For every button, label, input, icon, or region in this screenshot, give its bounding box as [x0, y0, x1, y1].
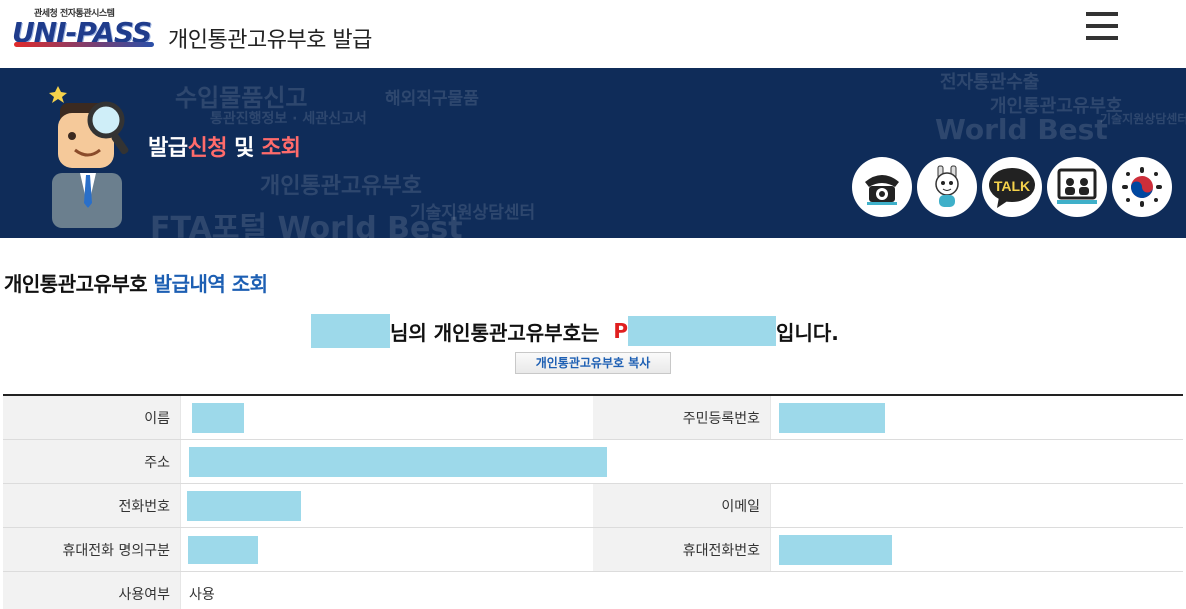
redacted-value: [187, 490, 301, 521]
banner-title-text: 발급: [148, 136, 188, 161]
talk-icon[interactable]: TALK: [982, 157, 1042, 217]
remote-support-icon[interactable]: [1047, 157, 1107, 217]
phone-label: 전화번호: [3, 484, 180, 527]
mobile-label: 휴대전화번호: [593, 528, 770, 571]
section-title: 개인통관고유부호 발급내역 조회: [4, 268, 268, 297]
quick-links: TALK: [852, 157, 1172, 217]
table-row: 사용여부 사용: [3, 572, 1183, 609]
usage-label: 사용여부: [3, 572, 180, 609]
hamburger-menu-icon[interactable]: [1086, 12, 1120, 42]
name-value: [180, 396, 593, 439]
mobile-owner-value: [180, 528, 593, 571]
table-row: 이름 주민등록번호: [3, 396, 1183, 440]
talk-label: TALK: [994, 178, 1030, 194]
banner-bg-text: World Best: [935, 113, 1108, 146]
section-title-highlight: 발급내역 조회: [153, 272, 268, 296]
logo-swoosh: [14, 42, 154, 47]
phone-value: [180, 484, 593, 527]
banner-bg-text: 통관진행정보 · 세관신고서: [210, 111, 367, 127]
banner-bg-text: 전자통관수출: [940, 72, 1040, 93]
page-title: 개인통관고유부호 발급: [168, 28, 372, 53]
redacted-customs-code: [628, 316, 777, 346]
banner-title-text: 및: [226, 136, 262, 161]
redacted-value: [779, 534, 892, 565]
email-value: [770, 484, 1183, 527]
name-label: 이름: [3, 396, 180, 439]
table-row: 주소: [3, 440, 1183, 484]
result-text-end: 입니다.: [776, 320, 839, 345]
email-label: 이메일: [593, 484, 770, 527]
usage-value: 사용: [180, 572, 1183, 609]
result-text: 님의 개인통관고유부호는: [390, 320, 600, 345]
address-label: 주소: [3, 440, 180, 483]
chatbot-icon[interactable]: [917, 157, 977, 217]
redacted-name: [311, 314, 390, 348]
redacted-value: [189, 446, 607, 477]
redacted-value: [188, 535, 258, 564]
mobile-value: [770, 528, 1183, 571]
banner-title-highlight: 신청: [187, 136, 227, 161]
table-row: 전화번호 이메일: [3, 484, 1183, 528]
banner-bg-text: 개인통관고유부호: [260, 174, 422, 199]
personal-info-table: 이름 주민등록번호 주소 전화번호 이메일 휴대전화 명의구분 휴대전화번호 사…: [3, 394, 1183, 609]
section-title-text: 개인통관고유부호: [4, 272, 154, 296]
mascot-magnifier-image: [49, 86, 129, 228]
mobile-owner-label: 휴대전화 명의구분: [3, 528, 180, 571]
banner-title: 발급신청 및 조회: [148, 130, 301, 162]
customs-code-prefix: P: [613, 319, 629, 343]
rrn-value: [770, 396, 1183, 439]
table-row: 휴대전화 명의구분 휴대전화번호: [3, 528, 1183, 572]
banner-bg-text: 해외직구물품: [385, 89, 479, 109]
banner-bg-text: 기술지원상담센터: [410, 203, 536, 223]
redacted-value: [192, 402, 244, 433]
hero-banner: 수입물품신고 해외직구물품 통관진행정보 · 세관신고서 개인통관고유부호 FT…: [0, 68, 1186, 238]
unipass-logo[interactable]: 관세청 전자통관시스템 UNI-PASS: [12, 6, 162, 58]
rrn-label: 주민등록번호: [593, 396, 770, 439]
redacted-value: [779, 402, 885, 433]
copy-code-button[interactable]: 개인통관고유부호 복사: [515, 352, 671, 374]
government-emblem-icon[interactable]: [1112, 157, 1172, 217]
banner-title-highlight: 조회: [261, 136, 301, 161]
address-value: [180, 440, 1183, 483]
page-header: 관세청 전자통관시스템 UNI-PASS 개인통관고유부호 발급: [0, 0, 1186, 68]
telephone-icon[interactable]: [852, 157, 912, 217]
issuance-result: 님의 개인통관고유부호는 P 입니다.: [311, 314, 839, 348]
banner-bg-text: 기술지원상담센터: [1100, 112, 1186, 126]
